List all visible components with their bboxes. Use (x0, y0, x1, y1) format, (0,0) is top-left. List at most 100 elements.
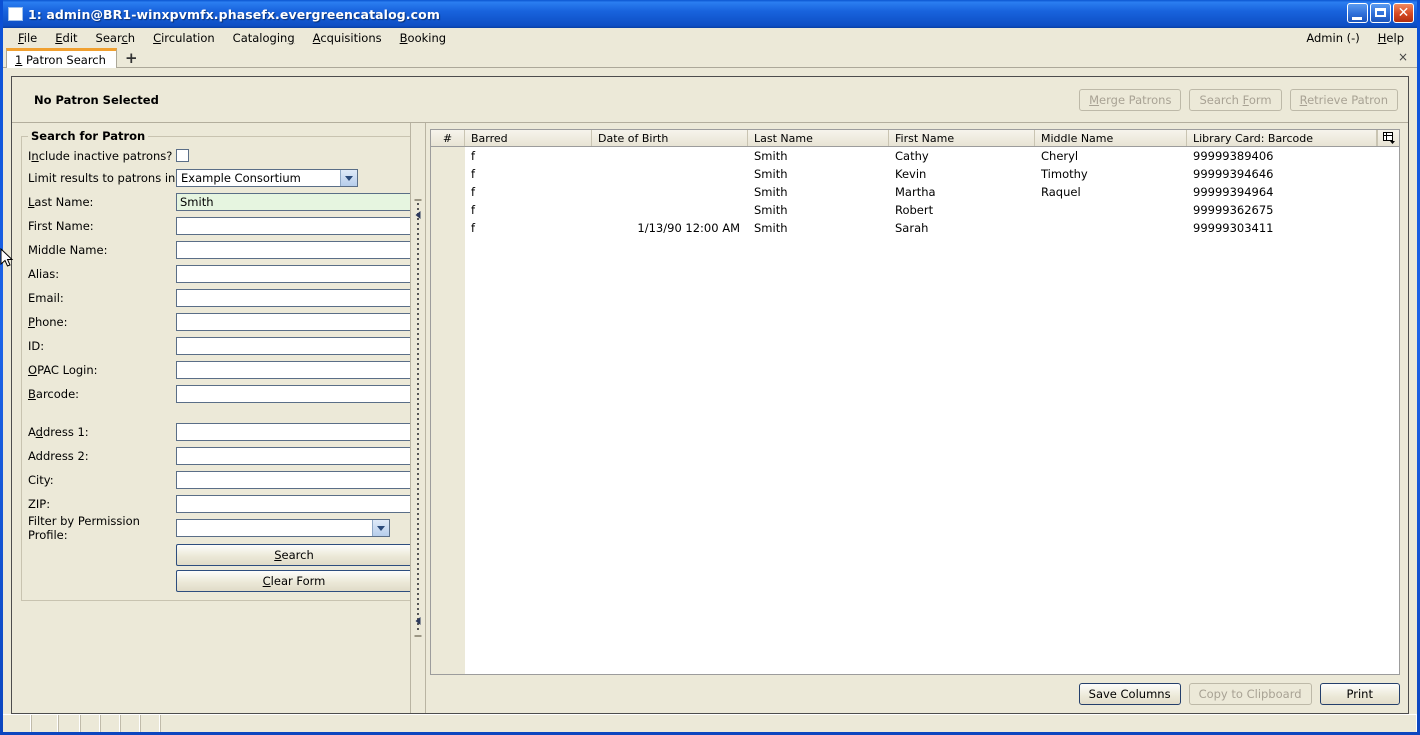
status-pane-7 (140, 715, 160, 732)
close-button[interactable]: ✕ (1393, 3, 1414, 23)
field-row-include-inactive: Include inactive patrons? (28, 145, 412, 166)
close-icon: ✕ (1397, 5, 1410, 21)
field-row-address-2: Address 2: (28, 444, 412, 468)
menu-circulation[interactable]: Circulation (144, 30, 224, 46)
zip-input[interactable] (176, 495, 412, 513)
status-pane-3 (58, 715, 80, 732)
field-row-email: Email: (28, 286, 412, 310)
clear-form-button[interactable]: Clear Form (176, 570, 412, 592)
tab-patron-search[interactable]: 1 Patron Search (6, 48, 117, 68)
address-2-input[interactable] (176, 447, 412, 465)
grid-header-row: # Barred Date of Birth Last Name First N… (431, 130, 1399, 147)
menu-admin[interactable]: Admin (-) (1297, 30, 1368, 46)
last-name-input[interactable] (176, 193, 412, 211)
menu-cataloging[interactable]: Cataloging (224, 30, 304, 46)
middle-name-input[interactable] (176, 241, 412, 259)
merge-patrons-button[interactable]: Merge Patrons (1079, 88, 1182, 111)
opac-login-input[interactable] (176, 361, 412, 379)
cell-middle: Raquel (1041, 185, 1081, 199)
address-1-input[interactable] (176, 423, 412, 441)
table-row[interactable]: 4 f Smith Robert 99999362675 (431, 201, 1399, 219)
cell-first: Martha (895, 185, 936, 199)
minimize-button[interactable] (1347, 3, 1368, 23)
field-row-search-button: Search (28, 540, 412, 566)
menu-booking[interactable]: Booking (391, 30, 455, 46)
field-row-barcode: Barcode: (28, 382, 412, 406)
pane-splitter[interactable] (410, 123, 426, 713)
search-form-legend: Search for Patron (31, 129, 146, 143)
status-pane-4 (80, 715, 100, 732)
field-row-opac-login: OPAC Login: (28, 358, 412, 382)
table-row[interactable]: 5 f 1/13/90 12:00 AM Smith Sarah 9999930… (431, 219, 1399, 237)
menu-acquisitions[interactable]: Acquisitions (304, 30, 391, 46)
cell-barred: f (471, 203, 476, 217)
collapse-left-arrow-icon-2[interactable] (415, 617, 421, 625)
chevron-down-icon (372, 520, 389, 536)
id-input[interactable] (176, 337, 412, 355)
table-row[interactable]: 2 f Smith Kevin Timothy 99999394646 (431, 165, 1399, 183)
search-form-button[interactable]: Search Form (1189, 88, 1282, 111)
field-row-middle-name: Middle Name: (28, 238, 412, 262)
search-pane: Search for Patron Include inactive patro… (12, 123, 419, 713)
status-pane-2 (31, 715, 58, 732)
content-area: No Patron Selected Merge Patrons Search … (3, 68, 1417, 714)
retrieve-patron-button[interactable]: Retrieve Patron (1289, 88, 1398, 111)
limit-results-select[interactable]: Example Consortium (176, 169, 358, 187)
last-name-label: Last Name: (28, 195, 94, 209)
grid-body[interactable]: 1 f Smith Cathy Cheryl 99999389406 2 (431, 147, 1399, 674)
print-button[interactable]: Print (1319, 683, 1400, 705)
field-row-address-1: Address 1: (28, 420, 412, 444)
search-button[interactable]: Search (176, 544, 412, 566)
menu-search[interactable]: Search (87, 30, 145, 46)
table-row[interactable]: 3 f Smith Martha Raquel 99999394964 (431, 183, 1399, 201)
limit-results-label: Limit results to patrons in (28, 171, 176, 185)
cell-last: Smith (754, 149, 788, 163)
column-header-barred[interactable]: Barred (465, 130, 592, 146)
limit-results-value: Example Consortium (181, 171, 301, 185)
field-row-last-name: Last Name: (28, 190, 412, 214)
cell-first: Robert (895, 203, 934, 217)
cell-first: Sarah (895, 221, 929, 235)
phone-input[interactable] (176, 313, 412, 331)
save-columns-button[interactable]: Save Columns (1078, 683, 1181, 705)
cell-middle: Timothy (1041, 167, 1088, 181)
column-header-num[interactable]: # (431, 130, 465, 146)
close-tab-icon[interactable]: × (1398, 50, 1408, 64)
copy-to-clipboard-button[interactable]: Copy to Clipboard (1188, 683, 1312, 705)
title-bar[interactable]: 1: admin@BR1-winxpvmfx.phasefx.evergreen… (3, 0, 1417, 28)
patron-status-label: No Patron Selected (34, 92, 159, 107)
window-title: 1: admin@BR1-winxpvmfx.phasefx.evergreen… (28, 6, 440, 22)
form-spacer (28, 406, 412, 420)
column-header-last[interactable]: Last Name (748, 130, 889, 146)
column-picker-icon[interactable] (1377, 130, 1399, 146)
permission-profile-select[interactable] (176, 519, 390, 537)
field-row-alias: Alias: (28, 262, 412, 286)
cell-last: Smith (754, 203, 788, 217)
barcode-input[interactable] (176, 385, 412, 403)
menu-file[interactable]: File (9, 30, 46, 46)
menu-help[interactable]: Help (1369, 30, 1413, 46)
include-inactive-checkbox[interactable] (176, 149, 189, 162)
column-header-middle[interactable]: Middle Name (1035, 130, 1187, 146)
column-header-dob[interactable]: Date of Birth (592, 130, 748, 146)
city-input[interactable] (176, 471, 412, 489)
window-controls: ✕ (1347, 3, 1414, 23)
splitter-nub-top (414, 199, 422, 201)
cell-first: Kevin (895, 167, 927, 181)
collapse-left-arrow-icon[interactable] (415, 211, 421, 219)
cell-barred: f (471, 185, 476, 199)
first-name-input[interactable] (176, 217, 412, 235)
table-row[interactable]: 1 f Smith Cathy Cheryl 99999389406 (431, 147, 1399, 165)
column-header-barcode[interactable]: Library Card: Barcode (1187, 130, 1377, 146)
alias-input[interactable] (176, 265, 412, 283)
address-1-label: Address 1: (28, 425, 89, 439)
email-input[interactable] (176, 289, 412, 307)
maximize-button[interactable] (1370, 3, 1391, 23)
row-number-stripe (431, 147, 465, 674)
status-bar (3, 714, 1417, 732)
city-label: City: (28, 473, 54, 487)
new-tab-button[interactable]: + (125, 51, 138, 66)
menu-edit[interactable]: Edit (46, 30, 86, 46)
tab-number: 1 (15, 52, 23, 67)
column-header-first[interactable]: First Name (889, 130, 1035, 146)
